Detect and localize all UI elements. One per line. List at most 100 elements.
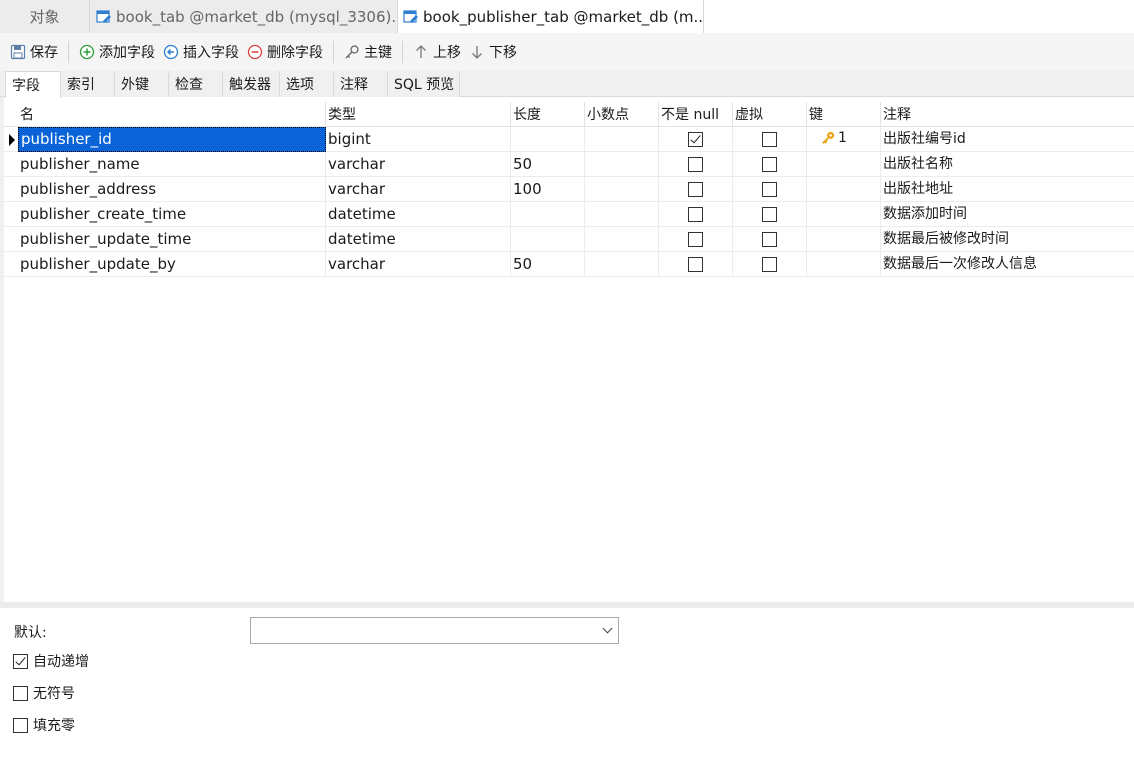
unsigned-label: 无符号 <box>33 686 75 702</box>
column-header-key[interactable]: 键 <box>807 102 881 127</box>
table-row[interactable]: publisher_create_time datetime 数据添加时间 <box>4 202 1134 227</box>
not-null-checkbox[interactable] <box>688 232 703 247</box>
key-cell[interactable] <box>807 227 881 252</box>
tab-sql-preview[interactable]: SQL 预览 <box>388 71 460 97</box>
tab-comment-label: 注释 <box>340 77 368 93</box>
field-decimals-cell[interactable] <box>585 227 659 252</box>
table-row[interactable]: publisher_name varchar 50 出版社名称 <box>4 152 1134 177</box>
not-null-checkbox[interactable] <box>688 157 703 172</box>
tab-book-publisher-tab[interactable]: book_publisher_tab @market_db (m... <box>397 0 704 33</box>
move-down-label: 下移 <box>489 45 517 61</box>
not-null-checkbox[interactable] <box>688 182 703 197</box>
field-type-cell[interactable]: varchar <box>326 252 511 277</box>
toolbar-separator <box>402 41 403 63</box>
field-decimals-cell[interactable] <box>585 127 659 152</box>
zerofill-option[interactable]: 填充零 <box>13 715 75 735</box>
column-header-comment[interactable]: 注释 <box>881 102 1134 127</box>
auto-increment-label: 自动递增 <box>33 654 89 670</box>
field-comment-cell[interactable]: 数据添加时间 <box>881 202 1134 227</box>
tab-options-label: 选项 <box>286 77 314 93</box>
not-null-checkbox[interactable] <box>688 132 703 147</box>
field-length-cell[interactable] <box>511 127 585 152</box>
field-name-cell[interactable]: publisher_address <box>18 177 326 202</box>
add-circle-icon <box>79 44 95 60</box>
virtual-checkbox[interactable] <box>762 157 777 172</box>
column-header-length[interactable]: 长度 <box>511 102 585 127</box>
field-comment-cell[interactable]: 出版社地址 <box>881 177 1134 202</box>
move-down-button[interactable]: 下移 <box>465 39 521 65</box>
field-name-cell[interactable]: publisher_id <box>18 127 326 152</box>
unsigned-checkbox[interactable] <box>13 685 28 701</box>
column-header-type[interactable]: 类型 <box>326 102 511 127</box>
auto-increment-checkbox[interactable] <box>13 653 28 669</box>
field-comment-cell[interactable]: 数据最后一次修改人信息 <box>881 252 1134 277</box>
save-button[interactable]: 保存 <box>6 39 62 65</box>
virtual-checkbox[interactable] <box>762 182 777 197</box>
tab-book-publisher-tab-label: book_publisher_tab @market_db (m... <box>423 7 704 26</box>
tab-comment[interactable]: 注释 <box>334 71 388 97</box>
field-decimals-cell[interactable] <box>585 152 659 177</box>
virtual-checkbox[interactable] <box>762 232 777 247</box>
tab-book-tab-label: book_tab @market_db (mysql_3306)... <box>116 7 397 26</box>
field-length-cell[interactable]: 100 <box>511 177 585 202</box>
field-comment-cell[interactable]: 出版社编号id <box>881 127 1134 152</box>
insert-field-button[interactable]: 插入字段 <box>159 39 243 65</box>
tab-fields[interactable]: 字段 <box>5 71 61 98</box>
field-type-cell[interactable]: varchar <box>326 177 511 202</box>
tab-options[interactable]: 选项 <box>280 71 334 97</box>
tab-checks[interactable]: 检查 <box>169 71 223 97</box>
key-cell[interactable] <box>807 202 881 227</box>
virtual-cell <box>733 227 807 252</box>
not-null-checkbox[interactable] <box>688 257 703 272</box>
column-header-decimals[interactable]: 小数点 <box>585 102 659 127</box>
primary-key-button[interactable]: 主键 <box>340 39 396 65</box>
key-cell[interactable] <box>807 152 881 177</box>
column-header-virtual[interactable]: 虚拟 <box>733 102 807 127</box>
chevron-down-icon <box>602 623 613 634</box>
column-header-name[interactable]: 名 <box>18 102 326 127</box>
virtual-checkbox[interactable] <box>762 207 777 222</box>
not-null-cell <box>659 127 733 152</box>
table-row[interactable]: publisher_update_by varchar 50 数据最后一次修改人… <box>4 252 1134 277</box>
delete-field-button[interactable]: 删除字段 <box>243 39 327 65</box>
not-null-cell <box>659 227 733 252</box>
field-decimals-cell[interactable] <box>585 177 659 202</box>
table-row[interactable]: publisher_id bigint 1 出版社编号id <box>4 127 1134 152</box>
field-type-cell[interactable]: bigint <box>326 127 511 152</box>
not-null-checkbox[interactable] <box>688 207 703 222</box>
field-comment-cell[interactable]: 出版社名称 <box>881 152 1134 177</box>
key-cell[interactable] <box>807 252 881 277</box>
tab-objects[interactable]: 对象 <box>0 0 89 33</box>
field-decimals-cell[interactable] <box>585 252 659 277</box>
field-name-cell[interactable]: publisher_update_time <box>18 227 326 252</box>
field-decimals-cell[interactable] <box>585 202 659 227</box>
tab-foreign-keys[interactable]: 外键 <box>115 71 169 97</box>
field-length-cell[interactable]: 50 <box>511 252 585 277</box>
field-length-cell[interactable]: 50 <box>511 152 585 177</box>
table-row[interactable]: publisher_address varchar 100 出版社地址 <box>4 177 1134 202</box>
field-length-cell[interactable] <box>511 227 585 252</box>
auto-increment-option[interactable]: 自动递增 <box>13 651 89 671</box>
field-type-cell[interactable]: datetime <box>326 202 511 227</box>
virtual-checkbox[interactable] <box>762 257 777 272</box>
default-value-select[interactable] <box>250 617 619 644</box>
key-cell[interactable] <box>807 177 881 202</box>
tab-indexes[interactable]: 索引 <box>61 71 115 97</box>
field-name-cell[interactable]: publisher_update_by <box>18 252 326 277</box>
tab-book-tab[interactable]: book_tab @market_db (mysql_3306)... <box>89 0 397 33</box>
tab-triggers[interactable]: 触发器 <box>223 71 280 97</box>
field-comment-cell[interactable]: 数据最后被修改时间 <box>881 227 1134 252</box>
virtual-cell <box>733 127 807 152</box>
field-name-cell[interactable]: publisher_create_time <box>18 202 326 227</box>
virtual-checkbox[interactable] <box>762 132 777 147</box>
field-type-cell[interactable]: datetime <box>326 227 511 252</box>
add-field-button[interactable]: 添加字段 <box>75 39 159 65</box>
column-header-not-null[interactable]: 不是 null <box>659 102 733 127</box>
zerofill-checkbox[interactable] <box>13 717 28 733</box>
field-length-cell[interactable] <box>511 202 585 227</box>
field-type-cell[interactable]: varchar <box>326 152 511 177</box>
move-up-button[interactable]: 上移 <box>409 39 465 65</box>
field-name-cell[interactable]: publisher_name <box>18 152 326 177</box>
table-row[interactable]: publisher_update_time datetime 数据最后被修改时间 <box>4 227 1134 252</box>
unsigned-option[interactable]: 无符号 <box>13 683 75 703</box>
